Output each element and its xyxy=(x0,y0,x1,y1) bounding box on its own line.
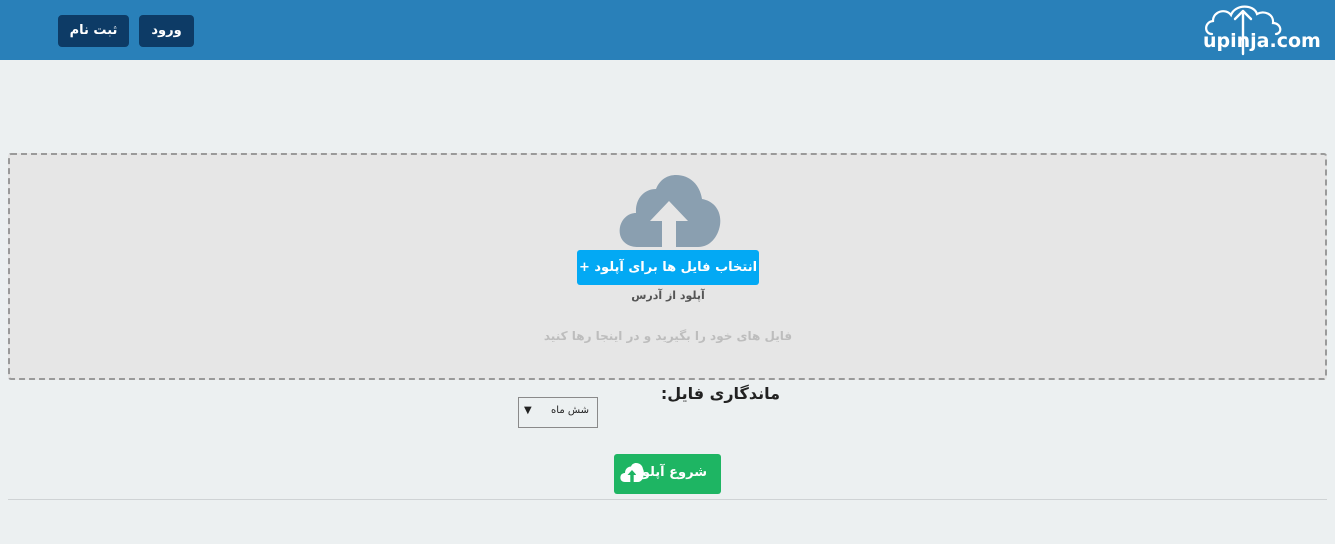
login-button[interactable]: ورود xyxy=(139,15,194,47)
choose-files-button[interactable]: انتخاب فایل ها برای آپلود + xyxy=(577,250,759,285)
file-dropzone[interactable]: انتخاب فایل ها برای آپلود + آپلود از آدر… xyxy=(8,153,1327,380)
chevron-down-icon: ▼ xyxy=(524,405,532,416)
start-upload-label: شروع آپلود xyxy=(635,465,707,480)
retention-selected-value: شش ماه xyxy=(551,405,589,416)
top-header: ثبت نام ورود upinja.com xyxy=(0,0,1335,60)
retention-select[interactable]: شش ماه ▼ xyxy=(518,397,598,428)
upload-from-url-link[interactable]: آپلود از آدرس xyxy=(577,289,759,302)
bottom-divider xyxy=(8,499,1327,500)
cloud-upload-icon xyxy=(619,175,721,247)
drop-hint-text: فایل های خود را بگیرید و در اینجا رها کن… xyxy=(543,329,793,343)
start-upload-button[interactable]: شروع آپلود xyxy=(614,454,721,494)
logo-text: upinja.com xyxy=(1203,30,1321,52)
register-button[interactable]: ثبت نام xyxy=(58,15,129,47)
site-logo[interactable]: upinja.com xyxy=(1200,2,1321,58)
